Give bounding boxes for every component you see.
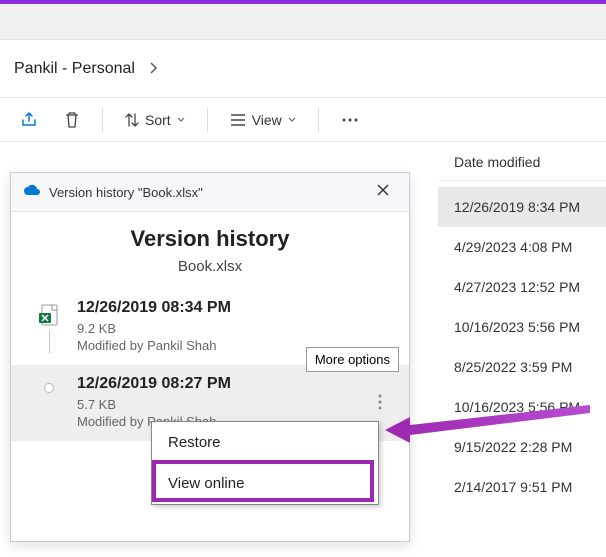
- timeline-dot-icon: [44, 383, 54, 393]
- version-history-dialog: Version history "Book.xlsx" Version hist…: [10, 172, 410, 542]
- close-button[interactable]: [369, 179, 397, 205]
- column-header-date-modified[interactable]: Date modified: [438, 142, 606, 181]
- sort-button[interactable]: Sort: [115, 106, 195, 134]
- delete-icon[interactable]: [54, 105, 90, 135]
- share-icon[interactable]: [10, 105, 48, 135]
- separator: [207, 108, 208, 132]
- breadcrumb: Pankil - Personal: [0, 40, 606, 98]
- ribbon-bar: [0, 4, 606, 40]
- version-row[interactable]: More options 12/26/2019 08:27 PM 5.7 KB …: [11, 365, 409, 441]
- view-label: View: [252, 112, 282, 128]
- separator: [318, 108, 319, 132]
- onedrive-icon: [23, 183, 41, 201]
- list-item[interactable]: 2/14/2017 9:51 PM: [438, 467, 606, 507]
- chevron-down-icon: [288, 117, 296, 123]
- chevron-down-icon: [177, 117, 185, 123]
- dialog-title: Version history "Book.xlsx": [49, 185, 369, 200]
- separator: [102, 108, 103, 132]
- breadcrumb-folder[interactable]: Pankil - Personal: [14, 60, 135, 78]
- sort-label: Sort: [145, 112, 171, 128]
- list-item[interactable]: 8/25/2022 3:59 PM: [438, 347, 606, 387]
- menu-item-view-online[interactable]: View online: [152, 463, 378, 504]
- version-date: 12/26/2019 08:34 PM: [77, 299, 393, 317]
- list-item[interactable]: 9/15/2022 2:28 PM: [438, 427, 606, 467]
- version-history-heading: Version history: [11, 226, 409, 252]
- more-options-button[interactable]: [367, 385, 393, 419]
- timeline: [31, 299, 67, 353]
- list-item[interactable]: 10/16/2023 5:56 PM: [438, 307, 606, 347]
- version-size: 9.2 KB: [77, 321, 393, 336]
- view-button[interactable]: View: [220, 106, 306, 134]
- file-list: 12/26/2019 8:34 PM 4/29/2023 4:08 PM 4/2…: [438, 181, 606, 507]
- version-date: 12/26/2019 08:27 PM: [77, 375, 367, 393]
- menu-item-restore[interactable]: Restore: [152, 422, 378, 463]
- list-item[interactable]: 10/16/2023 5:56 PM: [438, 387, 606, 427]
- timeline: [31, 375, 67, 429]
- dialog-titlebar: Version history "Book.xlsx": [11, 173, 409, 212]
- more-options-tooltip: More options: [306, 347, 399, 372]
- list-item[interactable]: 12/26/2019 8:34 PM: [438, 187, 606, 227]
- toolbar: Sort View: [0, 98, 606, 142]
- list-item[interactable]: 4/29/2023 4:08 PM: [438, 227, 606, 267]
- chevron-right-icon[interactable]: [149, 61, 159, 77]
- more-button[interactable]: [331, 111, 369, 129]
- list-item[interactable]: 4/27/2023 12:52 PM: [438, 267, 606, 307]
- version-history-filename: Book.xlsx: [11, 258, 409, 275]
- version-size: 5.7 KB: [77, 397, 367, 412]
- context-menu: Restore View online: [151, 421, 379, 505]
- excel-file-icon: [37, 303, 61, 327]
